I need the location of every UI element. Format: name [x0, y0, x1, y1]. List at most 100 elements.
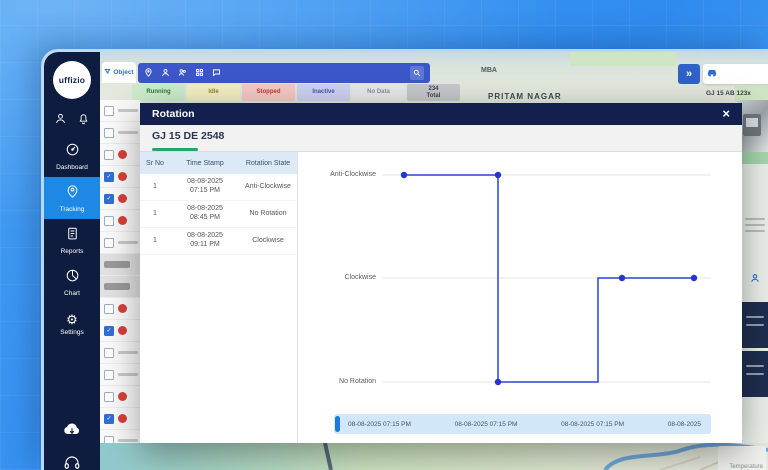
vehicle-photo-windshield — [746, 118, 758, 127]
vehicle-row — [100, 122, 140, 144]
pin-icon[interactable] — [144, 64, 153, 82]
vehicle-text-bar — [118, 439, 138, 442]
vehicle-checkbox[interactable]: ✓ — [104, 194, 114, 204]
vehicle-group-row — [100, 276, 140, 298]
vehicle-checkbox[interactable] — [104, 238, 114, 248]
vehicle-icon — [706, 65, 718, 83]
vehicle-checkbox[interactable]: ✓ — [104, 414, 114, 424]
vehicle-status-icon — [118, 392, 127, 401]
sidebar-item-reports[interactable]: Reports — [44, 219, 100, 261]
time-axis-bar[interactable]: 08-08-2025 07:15 PM 08-08-2025 07:15 PM 08… — [334, 414, 711, 434]
vehicle-checkbox[interactable] — [104, 370, 114, 380]
sidebar-item-label: Reports — [61, 248, 84, 255]
vehicle-checkbox[interactable] — [104, 106, 114, 116]
app-window: MBA PRITAM NAGAR Object RunningIdleStopp… — [44, 52, 768, 470]
grid-icon[interactable] — [195, 64, 204, 82]
cell-srno: 1 — [140, 237, 170, 246]
status-chip-no-data[interactable]: No Data — [352, 84, 405, 101]
column-header-state: Rotation State — [240, 160, 296, 167]
driver-icon — [742, 270, 768, 288]
vehicle-checkbox[interactable] — [104, 392, 114, 402]
vehicle-text-bar — [118, 109, 138, 112]
vehicle-status-icon — [118, 326, 127, 335]
rotation-chart-pane: Anti-ClockwiseClockwiseNo Rotation 08-08… — [298, 152, 742, 443]
vehicle-row — [100, 144, 140, 166]
vehicle-row — [100, 342, 140, 364]
tab-object[interactable]: Object — [102, 62, 136, 83]
vehicle-tab[interactable]: GJ 15 DE 2548 — [152, 130, 224, 142]
x-axis-label: 08-08-2025 07:15 PM — [348, 421, 411, 428]
cell-rotation-state: Anti-Clockwise — [240, 183, 296, 192]
users-icon[interactable] — [178, 64, 187, 82]
bell-icon[interactable] — [77, 112, 90, 125]
cloud-download-icon[interactable] — [62, 421, 82, 442]
vehicle-row: ✓ — [100, 320, 140, 342]
expand-panel-button[interactable]: » — [678, 64, 700, 84]
top-toolbar — [138, 63, 430, 83]
modal-title: Rotation — [152, 108, 195, 120]
sidebar-item-chart[interactable]: Chart — [44, 261, 100, 303]
vehicle-row — [100, 210, 140, 232]
status-chip-total[interactable]: 234Total — [407, 84, 460, 101]
reports-icon — [65, 226, 80, 246]
column-header-timestamp: Time Stamp — [170, 160, 240, 167]
vehicle-checkbox[interactable]: ✓ — [104, 326, 114, 336]
headset-icon[interactable] — [63, 454, 81, 470]
panel-text-lines — [742, 164, 768, 232]
tracking-icon — [65, 184, 80, 204]
y-axis-label: No Rotation — [339, 378, 376, 385]
table-header-row: Sr No Time Stamp Rotation State — [140, 152, 297, 174]
dashboard-icon — [65, 142, 80, 162]
x-axis-label: 08-08-2025 07:15 PM — [561, 421, 624, 428]
user-icon[interactable] — [54, 112, 67, 125]
vehicle-checkbox[interactable] — [104, 304, 114, 314]
chip-label: Stopped — [257, 89, 281, 96]
cell-srno: 1 — [140, 210, 170, 219]
vehicle-row — [100, 100, 140, 122]
vehicle-search-box[interactable] — [703, 64, 768, 84]
chat-icon[interactable] — [212, 64, 221, 82]
vehicle-checkbox[interactable] — [104, 216, 114, 226]
vehicle-checkbox[interactable]: ✓ — [104, 172, 114, 182]
pie-chart-icon — [65, 268, 80, 288]
sidebar-item-label: Chart — [64, 290, 80, 297]
rotation-modal: Rotation × GJ 15 DE 2548 Sr No Time Stam… — [140, 103, 742, 443]
vehicle-checkbox[interactable] — [104, 436, 114, 444]
vehicle-checkbox[interactable] — [104, 150, 114, 160]
status-chip-idle[interactable]: Idle — [187, 84, 240, 101]
tab-object-label: Object — [113, 69, 133, 76]
rotation-table-body: 108-08-202507:15 PMAnti-Clockwise108-08-… — [140, 174, 297, 255]
status-chip-stopped[interactable]: Stopped — [242, 84, 295, 101]
close-icon[interactable]: × — [722, 103, 730, 125]
vehicle-checkbox[interactable] — [104, 348, 114, 358]
sidebar: uffizio Dashboard Tracking Reports Chart — [44, 52, 100, 470]
chart-y-labels: Anti-ClockwiseClockwiseNo Rotation — [298, 152, 376, 397]
cell-srno: 1 — [140, 183, 170, 192]
time-axis-handle[interactable] — [335, 416, 340, 432]
sidebar-item-tracking[interactable]: Tracking — [44, 177, 100, 219]
y-axis-label: Anti-Clockwise — [330, 171, 376, 178]
user-icon[interactable] — [161, 64, 170, 82]
temperature-label: Temperature — [729, 464, 763, 470]
cell-rotation-state: No Rotation — [240, 210, 296, 219]
vehicle-status-icon — [118, 414, 127, 423]
cell-timestamp: 08-08-202509:11 PM — [170, 232, 240, 250]
x-axis-label: 08-08-2025 07:15 PM — [455, 421, 518, 428]
vehicle-checkbox[interactable] — [104, 128, 114, 138]
vehicle-row — [100, 298, 140, 320]
search-icon[interactable] — [410, 66, 424, 80]
chip-label: Inactive — [312, 89, 334, 96]
panel-navy-rows — [742, 302, 768, 397]
vehicle-row — [100, 232, 140, 254]
vehicle-row: ✓ — [100, 188, 140, 210]
vehicle-row — [100, 430, 140, 443]
sidebar-item-label: Tracking — [60, 206, 85, 213]
sidebar-item-settings[interactable]: ⚙ Settings — [44, 303, 100, 345]
cell-timestamp: 08-08-202508:45 PM — [170, 205, 240, 223]
vehicle-row — [100, 386, 140, 408]
vehicle-list-fragment: ✓ ✓ ✓ ✓ — [100, 100, 141, 443]
sidebar-item-dashboard[interactable]: Dashboard — [44, 135, 100, 177]
status-chip-inactive[interactable]: Inactive — [297, 84, 350, 101]
status-chip-running[interactable]: Running — [132, 84, 185, 101]
map-green-patch — [570, 52, 676, 66]
